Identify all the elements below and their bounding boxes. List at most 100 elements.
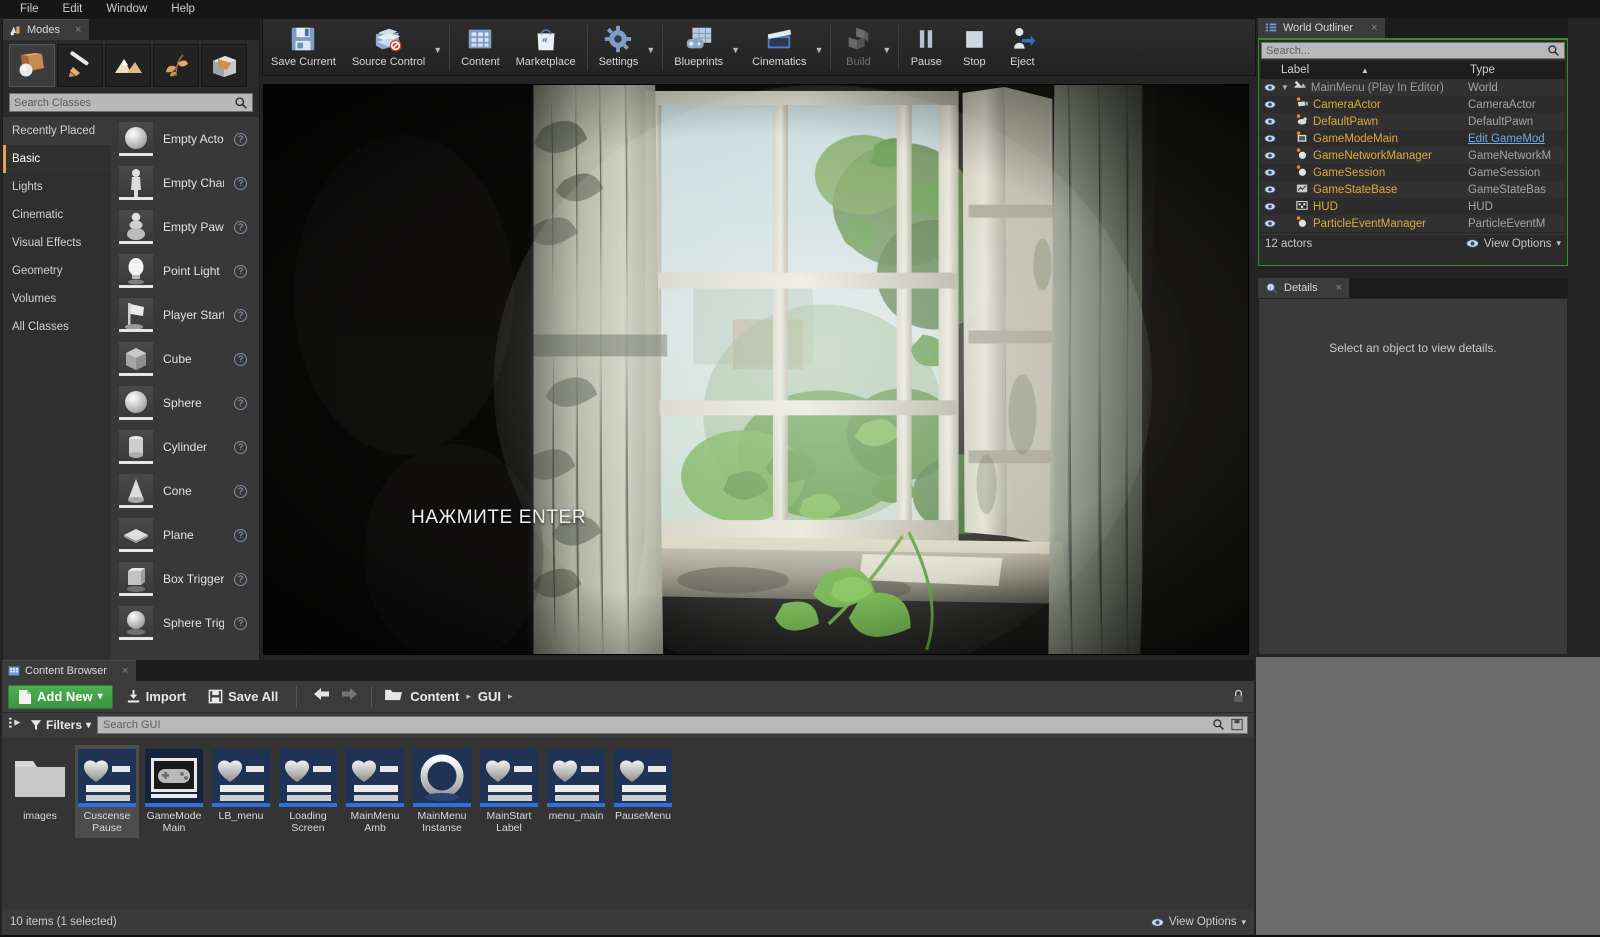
save-current-button[interactable]: Save Current bbox=[263, 19, 344, 75]
asset-item[interactable]: GameMode Main bbox=[142, 745, 206, 838]
help-icon[interactable]: ? bbox=[234, 352, 247, 366]
outliner-search-input[interactable]: Search... bbox=[1261, 42, 1565, 59]
source-control-button[interactable]: Source Control bbox=[344, 19, 433, 75]
add-new-button[interactable]: Add New ▾ bbox=[8, 684, 113, 709]
source-control-dropdown[interactable]: ▼ bbox=[433, 19, 446, 75]
filters-button[interactable]: Filters ▾ bbox=[30, 718, 91, 732]
placement-item[interactable]: Plane? bbox=[111, 513, 259, 557]
placement-item[interactable]: Empty Actor? bbox=[111, 117, 259, 161]
eye-icon[interactable] bbox=[1261, 185, 1279, 194]
asset-item[interactable]: PauseMenu bbox=[611, 745, 675, 826]
close-icon[interactable]: × bbox=[1336, 282, 1342, 294]
outliner-row[interactable]: ParticleEventManager ParticleEventM bbox=[1261, 215, 1565, 232]
placement-item[interactable]: Player Start? bbox=[111, 293, 259, 337]
menu-item-file[interactable]: File bbox=[8, 0, 51, 18]
help-icon[interactable]: ? bbox=[234, 616, 247, 630]
landscape-mode-button[interactable] bbox=[105, 44, 151, 87]
edit-gamemode-link[interactable]: Edit GameMod bbox=[1466, 133, 1565, 145]
cinematics-dropdown[interactable]: ▼ bbox=[814, 19, 827, 75]
eye-icon[interactable] bbox=[1261, 83, 1279, 92]
placement-item[interactable]: Cube? bbox=[111, 337, 259, 381]
build-dropdown[interactable]: ▼ bbox=[882, 19, 895, 75]
arrow-right-icon[interactable] bbox=[339, 686, 359, 707]
blueprints-button[interactable]: Blueprints bbox=[666, 19, 731, 75]
breadcrumb-gui[interactable]: GUI bbox=[478, 689, 501, 704]
tab-content-browser[interactable]: Content Browser × bbox=[2, 660, 137, 681]
eye-icon[interactable] bbox=[1261, 117, 1279, 126]
help-icon[interactable]: ? bbox=[234, 396, 247, 410]
asset-item[interactable]: images bbox=[8, 745, 72, 826]
breadcrumb-separator-icon[interactable]: ▸ bbox=[508, 691, 513, 702]
help-icon[interactable]: ? bbox=[234, 176, 247, 190]
placement-item[interactable]: Cylinder? bbox=[111, 425, 259, 469]
asset-item[interactable]: menu_main bbox=[544, 745, 608, 826]
cinematics-button[interactable]: Cinematics bbox=[744, 19, 814, 75]
menu-item-help[interactable]: Help bbox=[159, 0, 207, 18]
eye-icon[interactable] bbox=[1261, 100, 1279, 109]
outliner-row[interactable]: GameSession GameSession bbox=[1261, 164, 1565, 181]
settings-button[interactable]: Settings bbox=[591, 19, 647, 75]
lock-icon[interactable] bbox=[1228, 686, 1248, 708]
sidebar-item-basic[interactable]: Basic bbox=[3, 145, 111, 173]
placement-item[interactable]: Point Light? bbox=[111, 249, 259, 293]
help-icon[interactable]: ? bbox=[234, 528, 247, 542]
eye-icon[interactable] bbox=[1261, 202, 1279, 211]
asset-item[interactable]: LB_menu bbox=[209, 745, 273, 826]
sidebar-item-cinematic[interactable]: Cinematic bbox=[3, 201, 111, 229]
close-icon[interactable]: × bbox=[75, 24, 81, 36]
help-icon[interactable]: ? bbox=[234, 220, 247, 234]
paint-mode-button[interactable] bbox=[57, 44, 103, 87]
asset-item[interactable]: MainMenu Instanse bbox=[410, 745, 474, 838]
eye-icon[interactable] bbox=[1261, 219, 1279, 228]
content-view-options-button[interactable]: View Options ▾ bbox=[1151, 916, 1246, 928]
foliage-mode-button[interactable] bbox=[153, 44, 199, 87]
close-icon[interactable]: × bbox=[122, 665, 128, 677]
blueprints-dropdown[interactable]: ▼ bbox=[731, 19, 744, 75]
sidebar-item-geometry[interactable]: Geometry bbox=[3, 257, 111, 285]
asset-item[interactable]: Cuscense Pause bbox=[75, 745, 139, 838]
placement-item[interactable]: Box Trigger? bbox=[111, 557, 259, 601]
import-button[interactable]: Import bbox=[117, 685, 195, 709]
help-icon[interactable]: ? bbox=[234, 484, 247, 498]
save-all-button[interactable]: Save All bbox=[199, 685, 287, 709]
outliner-row[interactable]: DefaultPawn DefaultPawn bbox=[1261, 113, 1565, 130]
sidebar-item-recently-placed[interactable]: Recently Placed bbox=[3, 117, 111, 145]
expand-arrow-icon[interactable]: ▼ bbox=[1281, 83, 1289, 92]
stop-button[interactable]: Stop bbox=[950, 19, 998, 75]
help-icon[interactable]: ? bbox=[234, 264, 247, 278]
placement-item[interactable]: Sphere? bbox=[111, 381, 259, 425]
help-icon[interactable]: ? bbox=[234, 572, 247, 586]
outliner-view-options-button[interactable]: View Options ▾ bbox=[1466, 238, 1561, 250]
placement-item[interactable]: Empty Charac? bbox=[111, 161, 259, 205]
settings-dropdown[interactable]: ▼ bbox=[646, 19, 659, 75]
level-viewport[interactable]: НАЖМИТЕ ENTER bbox=[263, 84, 1249, 655]
outliner-row[interactable]: GameStateBase GameStateBas bbox=[1261, 181, 1565, 198]
asset-item[interactable]: MainMenu Amb bbox=[343, 745, 407, 838]
search-classes-input[interactable]: Search Classes bbox=[9, 93, 253, 112]
save-search-icon[interactable] bbox=[1231, 718, 1243, 734]
sidebar-item-lights[interactable]: Lights bbox=[3, 173, 111, 201]
sidebar-item-visual-effects[interactable]: Visual Effects bbox=[3, 229, 111, 257]
marketplace-button[interactable]: 𝓊 Marketplace bbox=[508, 19, 584, 75]
column-header-type[interactable]: Type bbox=[1466, 64, 1565, 76]
help-icon[interactable]: ? bbox=[234, 440, 247, 454]
eye-icon[interactable] bbox=[1261, 151, 1279, 160]
outliner-row[interactable]: ▼ MainMenu (Play In Editor) World bbox=[1261, 79, 1565, 96]
tab-world-outliner[interactable]: World Outliner × bbox=[1258, 18, 1385, 38]
placement-item[interactable]: Cone? bbox=[111, 469, 259, 513]
menu-item-edit[interactable]: Edit bbox=[51, 0, 95, 18]
content-button[interactable]: Content bbox=[453, 19, 508, 75]
sidebar-item-volumes[interactable]: Volumes bbox=[3, 285, 111, 313]
asset-item[interactable]: Loading Screen bbox=[276, 745, 340, 838]
build-button[interactable]: Build bbox=[834, 19, 882, 75]
close-icon[interactable]: × bbox=[1371, 22, 1377, 34]
outliner-row[interactable]: HUD HUD bbox=[1261, 198, 1565, 215]
breadcrumb-content[interactable]: Content bbox=[410, 689, 459, 704]
eject-button[interactable]: Eject bbox=[998, 19, 1046, 75]
outliner-row[interactable]: CameraActor CameraActor bbox=[1261, 96, 1565, 113]
sources-panel-icon[interactable] bbox=[8, 716, 24, 735]
placement-item[interactable]: Sphere Trigge? bbox=[111, 601, 259, 645]
asset-item[interactable]: MainStart Label bbox=[477, 745, 541, 838]
sidebar-item-all-classes[interactable]: All Classes bbox=[3, 313, 111, 341]
help-icon[interactable]: ? bbox=[234, 308, 247, 322]
